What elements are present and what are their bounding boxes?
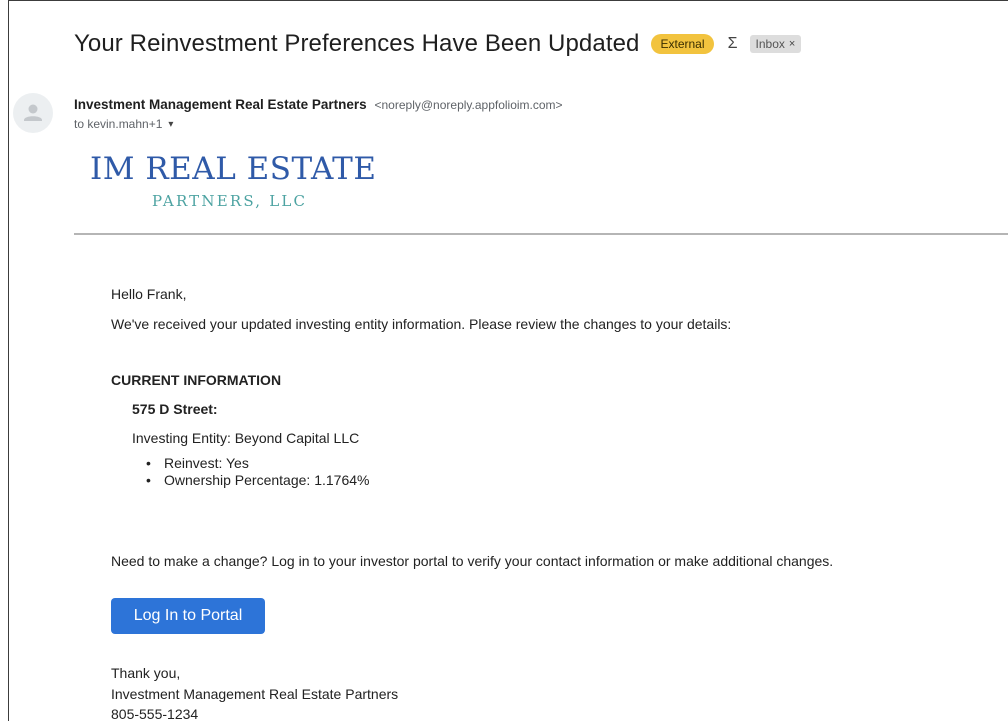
importance-marker-icon[interactable]: Σ	[724, 35, 742, 53]
intro-text: We've received your updated investing en…	[111, 316, 732, 332]
investing-entity: Investing Entity: Beyond Capital LLC	[132, 430, 360, 446]
external-badge: External	[651, 34, 714, 54]
details-list: Reinvest: Yes Ownership Percentage: 1.17…	[146, 455, 369, 489]
recipients-text: to kevin.mahn+1	[74, 117, 163, 131]
recipients-line: to kevin.mahn+1 ▾	[74, 117, 173, 131]
sender-avatar[interactable]	[13, 93, 53, 133]
header-divider	[74, 233, 1008, 235]
closing-text: Thank you,	[111, 665, 181, 681]
person-icon	[24, 104, 42, 121]
list-item: Reinvest: Yes	[146, 455, 369, 472]
list-item: Ownership Percentage: 1.1764%	[146, 472, 369, 489]
change-prompt: Need to make a change? Log in to your in…	[111, 553, 834, 569]
signature-name: Investment Management Real Estate Partne…	[111, 686, 399, 702]
inbox-label-text: Inbox	[755, 37, 785, 51]
subject-row: Your Reinvestment Preferences Have Been …	[74, 30, 802, 58]
chevron-down-icon[interactable]: ▾	[168, 119, 173, 130]
remove-label-icon[interactable]: ×	[789, 37, 795, 51]
sender-email: <noreply@noreply.appfolioim.com>	[374, 98, 563, 112]
email-subject: Your Reinvestment Preferences Have Been …	[74, 30, 640, 57]
inbox-label-chip[interactable]: Inbox ×	[749, 35, 802, 53]
signature-phone: 805-555-1234	[111, 706, 199, 722]
company-logo-line1: IM REAL ESTATE	[90, 151, 377, 187]
window-left-border	[8, 0, 9, 721]
sender-name[interactable]: Investment Management Real Estate Partne…	[74, 97, 367, 112]
greeting: Hello Frank,	[111, 286, 187, 302]
section-heading: CURRENT INFORMATION	[111, 372, 282, 388]
window-top-border	[8, 0, 1008, 1]
property-name: 575 D Street:	[132, 401, 218, 417]
login-portal-button[interactable]: Log In to Portal	[111, 598, 265, 634]
company-logo-line2: PARTNERS, LLC	[152, 192, 308, 210]
sender-line: Investment Management Real Estate Partne…	[74, 96, 563, 112]
